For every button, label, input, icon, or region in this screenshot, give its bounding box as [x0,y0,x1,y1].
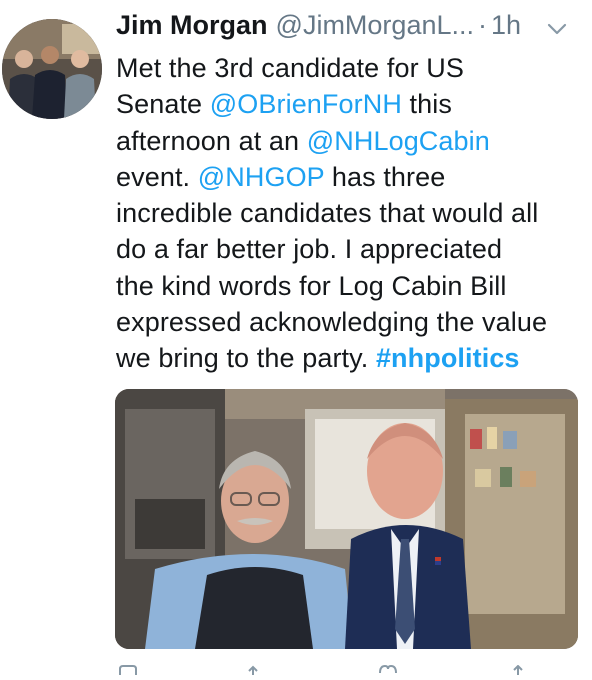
tweet-photo[interactable] [115,389,578,649]
tweet-actions [116,662,586,675]
tweet-header: Jim Morgan @JimMorganL... · 1h [116,10,586,50]
text-segment: Met the 3rd candidate for US [116,53,464,83]
mention-link[interactable]: @NHLogCabin [307,126,490,156]
text-segment: afternoon at an [116,125,307,156]
text-line: event. @NHGOP has three [116,159,586,195]
text-segment: incredible candidates that would all [116,198,539,229]
text-segment: we bring to the party. [116,343,376,374]
text-line: we bring to the party. #nhpolitics [116,340,586,376]
text-line: the kind words for Log Cabin Bill [116,268,586,304]
heart-icon[interactable] [378,662,398,674]
text-segment: this [401,89,452,120]
author-name[interactable]: Jim Morgan [116,10,268,40]
text-line: afternoon at an @NHLogCabin [116,123,586,159]
text-segment: event. [116,161,198,192]
tweet-text: Met the 3rd candidate for US Senate @OBri… [116,50,586,377]
avatar[interactable] [2,19,102,119]
text-line: expressed acknowledging the value [116,304,586,340]
author-handle[interactable]: @JimMorganL... [276,10,474,40]
text-line: incredible candidates that would all [116,195,586,231]
text-line: Met the 3rd candidate for US [116,50,586,86]
text-line: do a far better job. I appreciated [116,231,586,267]
retweet-icon[interactable] [248,662,268,675]
text-segment: has three [324,161,446,192]
text-line: Senate @OBrienForNH this [116,86,586,122]
text-segment: Senate [116,89,210,120]
tweet-photo-image [115,389,578,649]
text-segment: expressed acknowledging the value [116,307,548,338]
share-icon[interactable] [508,662,528,675]
mention-link[interactable]: @NHGOP [198,162,325,192]
text-segment: do a far better job. I appreciated [116,234,503,265]
tweet-timestamp[interactable]: 1h [491,10,521,40]
chevron-down-icon[interactable] [546,18,568,40]
text-segment: the kind words for Log Cabin Bill [116,270,507,301]
hashtag-link[interactable]: #nhpolitics [376,343,520,373]
separator-dot: · [478,10,487,40]
avatar-photo [2,19,102,119]
tweet-card[interactable]: Jim Morgan @JimMorganL... · 1h Met the 3rd … [0,0,592,675]
mention-link[interactable]: @OBrienForNH [210,89,402,119]
reply-icon[interactable] [118,662,138,675]
